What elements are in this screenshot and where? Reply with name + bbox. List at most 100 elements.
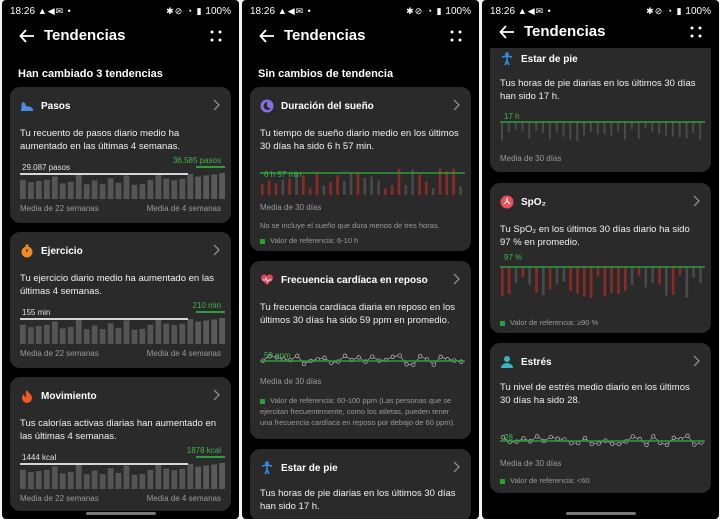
bar <box>115 472 122 489</box>
data-point <box>582 435 588 441</box>
left-caption: Media de 22 semanas <box>20 494 99 503</box>
home-indicator[interactable] <box>565 512 636 515</box>
card-estar-de-pie[interactable]: Estar de pie Tus horas de pie diarias en… <box>490 40 711 172</box>
battery-level: 100% <box>445 6 471 17</box>
chart-note: No se incluye el sueño que dura menos de… <box>260 221 440 230</box>
card-estres[interactable]: Estrés Tu nivel de estrés medio diario e… <box>490 343 711 493</box>
data-point <box>685 433 690 438</box>
home-indicator[interactable] <box>85 512 156 515</box>
notification-icons: ▲◀✉ • <box>37 6 72 16</box>
bar <box>596 122 599 135</box>
phone-screen-unchanged-trends: 18:26 ▲◀✉ • ✱⊘ ◔ ▮ 100% Tendencias Sin c… <box>242 0 479 519</box>
card-sueno[interactable]: Duración del sueño Tu tiempo de sueño di… <box>250 87 471 251</box>
bar <box>99 474 106 489</box>
bar <box>637 122 640 139</box>
card-description: Tu recuento de pasos diario medio ha aum… <box>20 128 181 152</box>
bar <box>107 178 114 199</box>
card-frecuencia-cardiaca[interactable]: Frecuencia cardíaca en reposo Tu frecuen… <box>250 261 471 439</box>
bar <box>163 468 170 489</box>
compare-chart-movimiento: 1444 kcal 1878 kcal <box>20 446 225 489</box>
bar <box>548 267 552 290</box>
notification-icons: ▲◀✉ • <box>517 6 552 16</box>
lungs-icon <box>499 194 515 210</box>
data-point <box>617 441 622 447</box>
bar <box>671 122 674 137</box>
bar <box>459 186 462 195</box>
bar <box>288 178 291 195</box>
bar <box>43 469 50 489</box>
more-options-icon[interactable] <box>449 29 463 43</box>
data-point <box>644 442 649 448</box>
data-point <box>418 354 423 359</box>
bar <box>658 267 661 285</box>
compare-chart-pasos: 29.087 pasos 36.585 pasos <box>20 156 225 199</box>
bar <box>123 175 130 199</box>
card-spo2[interactable]: SpO₂ Tu SpO₂ en los últimos 30 días diar… <box>490 183 711 333</box>
data-point <box>671 435 676 440</box>
more-options-icon[interactable] <box>209 29 223 43</box>
bar <box>179 468 186 489</box>
back-arrow-icon[interactable] <box>498 23 516 41</box>
card-header: Ejercicio <box>19 242 221 260</box>
chart-caption: Media de 30 días <box>260 203 322 212</box>
card-header: Pasos <box>19 97 221 115</box>
card-title-movimiento: Movimiento <box>41 390 97 402</box>
standing-person-icon <box>499 51 515 67</box>
bar <box>569 267 572 291</box>
person-stress-icon <box>499 354 515 370</box>
phone-screen-changed-trends: 18:26 ▲◀✉ • ✱⊘ ◔ ▮ 100% Tendencias Han c… <box>2 0 239 519</box>
data-point <box>610 441 615 446</box>
bar <box>107 468 114 489</box>
bar <box>139 183 146 199</box>
bar <box>583 267 586 297</box>
bar <box>51 176 58 199</box>
bar <box>115 182 122 199</box>
app-bar: Tendencias <box>242 24 479 50</box>
back-arrow-icon[interactable] <box>18 27 36 45</box>
bar <box>281 179 285 195</box>
bar <box>203 465 210 489</box>
bar <box>651 267 654 283</box>
more-options-icon[interactable] <box>689 25 703 39</box>
bar <box>699 122 702 140</box>
bar <box>624 122 626 140</box>
bar <box>171 325 178 344</box>
right-caption: Media de 4 semanas <box>146 494 221 503</box>
bar <box>267 180 271 195</box>
bar <box>219 173 225 199</box>
bar <box>155 174 162 199</box>
average-line-label: 97 % <box>504 253 523 262</box>
bar <box>555 267 559 285</box>
reference-value: Valor de referencia: <60 <box>500 475 701 486</box>
bar <box>59 328 66 344</box>
status-bar: 18:26 ▲◀✉ • ✱⊘ ◔ ▮ 100% <box>10 6 231 20</box>
bar <box>139 328 146 344</box>
card-ejercicio[interactable]: Ejercicio Tu ejercicio diario medio ha a… <box>10 232 231 368</box>
bar <box>20 179 26 199</box>
bar <box>603 122 606 135</box>
bar <box>562 122 565 137</box>
bar <box>179 178 186 199</box>
bar <box>75 319 82 344</box>
card-title-pie: Estar de pie <box>281 462 338 474</box>
data-point <box>411 362 416 367</box>
card-title-pie: Estar de pie <box>521 53 578 65</box>
section-title-changed: Han cambiado 3 tendencias <box>18 68 163 80</box>
card-estar-de-pie[interactable]: Estar de pie Tus horas de pie diarias en… <box>250 449 471 519</box>
bar <box>630 267 634 286</box>
bar <box>35 471 42 489</box>
card-movimiento[interactable]: Movimiento Tus calorías activas diarias … <box>10 377 231 511</box>
bar <box>43 324 50 344</box>
card-title-ejercicio: Ejercicio <box>41 245 83 257</box>
bar <box>685 122 688 139</box>
left-average-label: 155 min <box>22 308 51 317</box>
card-title-estres: Estrés <box>521 356 552 368</box>
bar <box>501 122 503 141</box>
bar <box>139 473 146 489</box>
phone-screen-more-trends: 18:26 ▲◀✉ • ✱⊘ ◔ ▮ 100% Estar de pie Tus… <box>482 0 719 519</box>
reference-text: Valor de referencia: 6-10 h <box>270 236 359 245</box>
bar <box>91 180 98 199</box>
card-pasos[interactable]: Pasos Tu recuento de pasos diario medio … <box>10 87 231 223</box>
back-arrow-icon[interactable] <box>258 27 276 45</box>
left-average-label: 1444 kcal <box>22 453 57 462</box>
